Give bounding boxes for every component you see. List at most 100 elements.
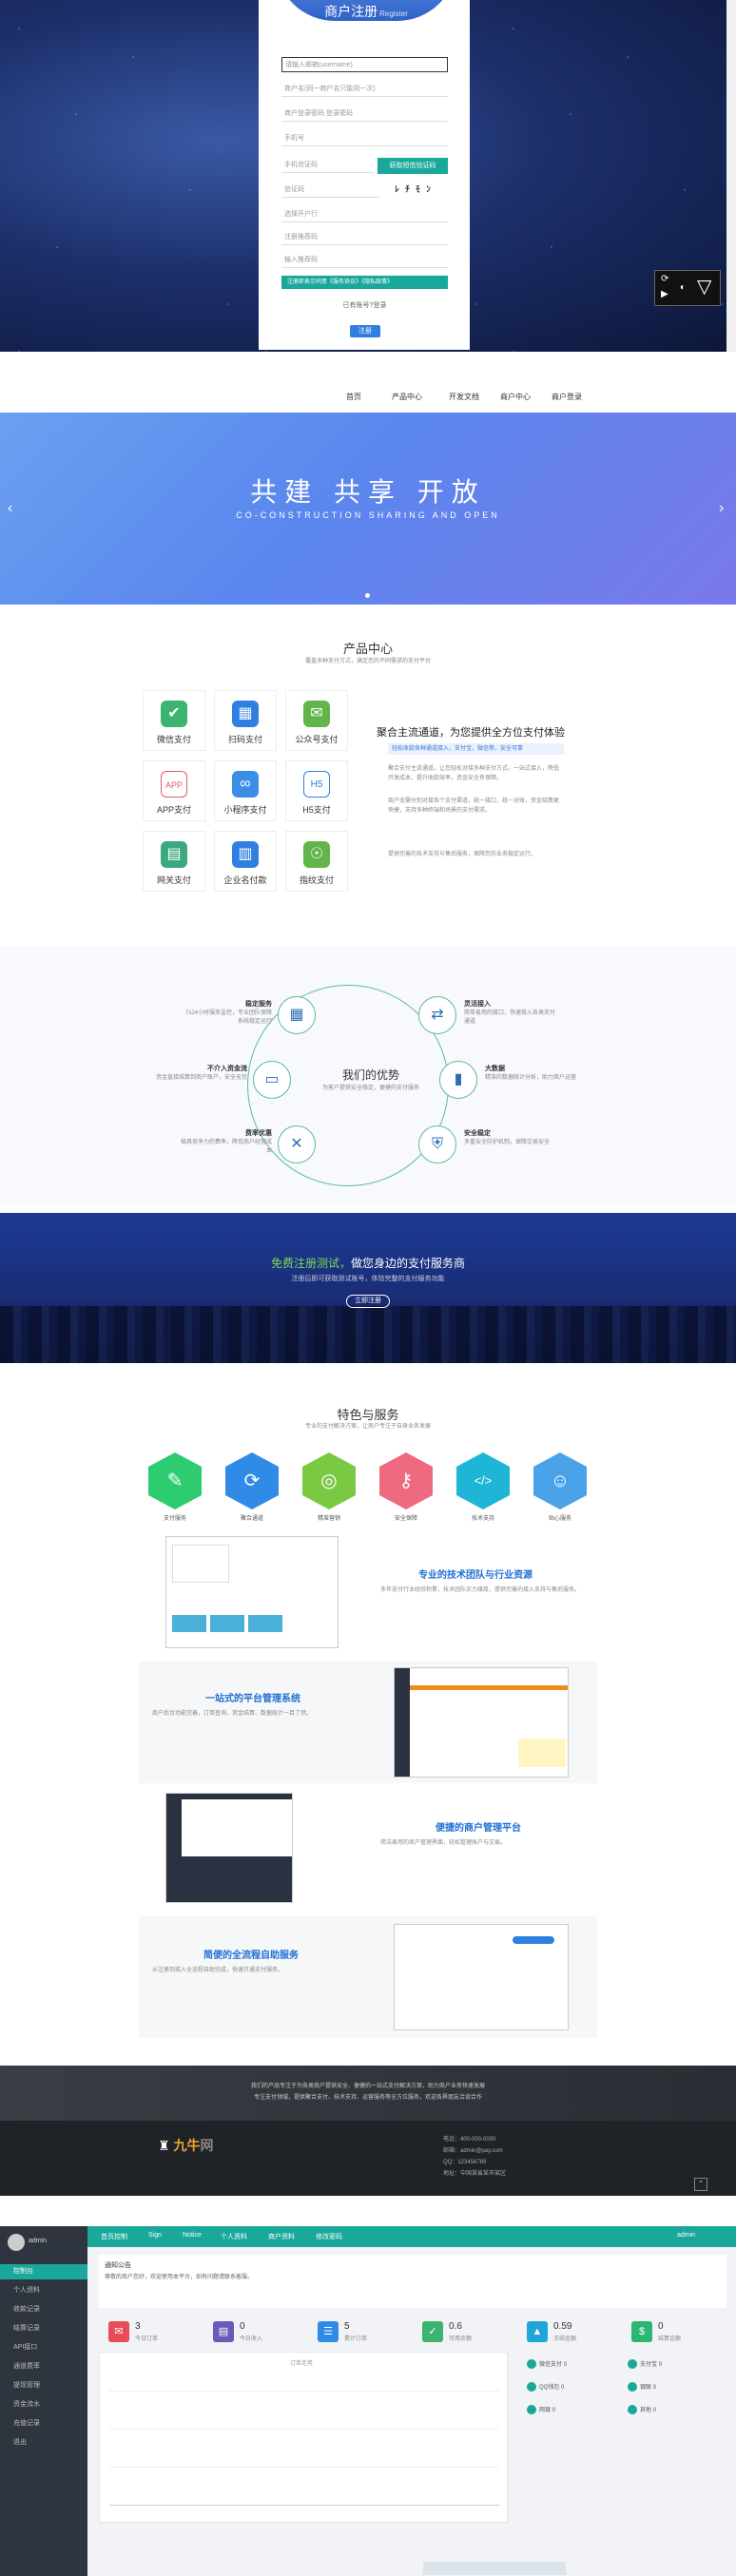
channel-value: 0 bbox=[563, 2362, 568, 2368]
product-card[interactable]: ▤ 网关支付 bbox=[143, 831, 205, 892]
product-label: 扫码支付 bbox=[227, 735, 262, 744]
logo-icon: ♜ bbox=[158, 2138, 170, 2153]
cta-banner: 免费注册测试，做您身边的支付服务商 注册后即可获取测试账号，体验完整的支付服务功… bbox=[0, 1213, 736, 1363]
order-chart: 订单走势 bbox=[99, 2352, 508, 2523]
channel-label: 其他 bbox=[640, 2408, 652, 2413]
wallet-icon: ▭ bbox=[253, 1061, 291, 1099]
hero-title: 共建 共享 开放 bbox=[250, 477, 486, 507]
admin-sidebar: admin 控制台 个人资料 收款记录 结算记录 API接口 通道费率 提现管理… bbox=[0, 2226, 87, 2576]
back-to-top-icon[interactable]: ⌃ bbox=[694, 2178, 707, 2191]
product-desc-title: 聚合主流通道，为您提供全方位支付体验 bbox=[377, 727, 565, 739]
product-card[interactable]: ▥ 企业名付款 bbox=[214, 831, 277, 892]
cta-register-button[interactable]: 立即注册 bbox=[346, 1295, 390, 1308]
channel-stat: 网银 0 bbox=[527, 2405, 555, 2415]
top-tab[interactable]: Notice bbox=[183, 2232, 202, 2239]
next-arrow-icon[interactable]: › bbox=[719, 500, 724, 517]
product-label: 指纹支付 bbox=[299, 875, 334, 885]
phone-field[interactable]: 手机号 bbox=[281, 131, 448, 146]
top-user[interactable]: admin bbox=[677, 2232, 695, 2239]
captcha-image[interactable]: ﾚ ﾁ ﾓ ﾝ bbox=[385, 183, 442, 199]
top-tab[interactable]: Sign bbox=[148, 2232, 162, 2239]
feature-text: 从注册到接入全流程自助完成，快速开通支付服务。 bbox=[152, 1968, 284, 1973]
advantage-item: 灵活接入 简单易用的接口，快速接入各类支付通道 bbox=[464, 1000, 555, 1027]
sidebar-item[interactable]: 控制台 bbox=[0, 2264, 87, 2279]
nav-login[interactable]: 商户登录 bbox=[552, 392, 582, 402]
login-link[interactable]: 已有账号?登录 bbox=[281, 300, 448, 310]
sidebar-item[interactable]: 资金流水 bbox=[0, 2397, 87, 2413]
product-card[interactable]: APP APP支付 bbox=[143, 760, 205, 821]
contrast-icon[interactable]: ◐ bbox=[680, 282, 686, 293]
register-button[interactable]: 注册 bbox=[350, 325, 380, 337]
advantages-title: 我们的优势 bbox=[341, 1068, 399, 1082]
stat-label: 结算金额 bbox=[658, 2336, 682, 2342]
top-tab[interactable]: 首页控制 bbox=[101, 2232, 127, 2241]
top-tab[interactable]: 修改密码 bbox=[316, 2232, 342, 2241]
registration-section: 商户注册 Register 请输入邮箱(username) 商户名(同一商户名只能… bbox=[0, 0, 736, 352]
triangle-icon[interactable]: ▽ bbox=[697, 275, 711, 298]
notice-text: 尊敬的商户您好，欢迎使用本平台，如有问题请联系客服。 bbox=[105, 2275, 254, 2280]
product-card[interactable]: ☉ 指纹支付 bbox=[285, 831, 348, 892]
nav-merchant[interactable]: 商户中心 bbox=[500, 392, 531, 402]
sidebar-item[interactable]: 结算记录 bbox=[0, 2321, 87, 2336]
sidebar-item[interactable]: 个人资料 bbox=[0, 2283, 87, 2298]
channel-value: 0 bbox=[561, 2385, 565, 2391]
video-widget[interactable]: ⟳ ▶ ◐ ▽ bbox=[654, 270, 721, 306]
sidebar-item[interactable]: 充值记录 bbox=[0, 2416, 87, 2432]
product-card[interactable]: ∞ 小程序支付 bbox=[214, 760, 277, 821]
taskbar bbox=[423, 2562, 566, 2575]
feature-title: 简便的全流程自助服务 bbox=[203, 1951, 299, 1961]
product-label: 公众号支付 bbox=[295, 735, 339, 744]
product-card[interactable]: ▦ 扫码支付 bbox=[214, 690, 277, 751]
advantage-title: 安全稳定 bbox=[464, 1130, 491, 1137]
product-card[interactable]: ✉ 公众号支付 bbox=[285, 690, 348, 751]
prev-arrow-icon[interactable]: ‹ bbox=[8, 500, 12, 517]
advantages-subtitle: 为客户提供安全稳定，便捷的支付服务 bbox=[321, 1086, 419, 1091]
stat-label: 冻结金额 bbox=[553, 2336, 577, 2342]
email-field[interactable]: 请输入邮箱(username) bbox=[281, 57, 448, 72]
password-field[interactable]: 商户登录密码 登录密码 bbox=[281, 106, 448, 122]
nav-products[interactable]: 产品中心 bbox=[392, 392, 422, 402]
footer: 我们的产品专注于为各类商户提供安全、便捷的一站式支付解决方案，助力商户业务快速发… bbox=[0, 2066, 736, 2196]
screenshot-sidebar bbox=[395, 1668, 410, 1777]
nav-home[interactable]: 首页 bbox=[346, 392, 361, 402]
reload-icon[interactable]: ⟳ bbox=[661, 274, 668, 284]
captcha-field[interactable]: 验证码 bbox=[281, 183, 380, 198]
send-sms-button[interactable]: 获取短信验证码 bbox=[378, 158, 448, 174]
stat-label: 今日收入 bbox=[240, 2336, 263, 2342]
logo-text: 九牛 bbox=[173, 2138, 201, 2153]
referral-select[interactable]: 选择开户行 bbox=[281, 207, 448, 222]
footer-contact: 电话：400-000-0000 bbox=[443, 2137, 496, 2143]
merchant-name-field[interactable]: 商户名(同一商户名只能用一次) bbox=[281, 82, 448, 97]
play-icon[interactable]: ▶ bbox=[661, 289, 668, 299]
product-card[interactable]: H5 H5支付 bbox=[285, 760, 348, 821]
advantage-title: 不介入资金流 bbox=[207, 1066, 247, 1072]
top-tab[interactable]: 个人资料 bbox=[221, 2232, 247, 2241]
avatar[interactable] bbox=[8, 2234, 25, 2251]
top-tab[interactable]: 商户资料 bbox=[268, 2232, 295, 2241]
product-card[interactable]: ✔ 微信支付 bbox=[143, 690, 205, 751]
screenshot-dashboard bbox=[165, 1793, 293, 1903]
nav-docs[interactable]: 开发文档 bbox=[449, 392, 479, 402]
agreement-checkbox[interactable]: 注册即表示同意《服务协议》《隐私政策》 bbox=[281, 276, 448, 289]
advantage-item: 大数据 精准的数据统计分析，助力商户运营 bbox=[485, 1065, 576, 1083]
sidebar-item[interactable]: API接口 bbox=[0, 2340, 87, 2355]
product-label: 网关支付 bbox=[156, 875, 191, 885]
sms-code-field[interactable]: 手机验证码 bbox=[281, 158, 375, 173]
sidebar-item[interactable]: 退出 bbox=[0, 2435, 87, 2451]
sidebar-item[interactable]: 提现管理 bbox=[0, 2378, 87, 2393]
referral-code-field[interactable]: 输入推荐码 bbox=[281, 253, 448, 268]
alipay-icon bbox=[628, 2359, 637, 2370]
referral-code-label[interactable]: 注册推荐码 bbox=[281, 230, 448, 245]
product-desc-para: 提供完善的技术支持与售后服务，保障您的业务稳定运行。 bbox=[388, 852, 537, 857]
sidebar-item[interactable]: 收款记录 bbox=[0, 2302, 87, 2317]
footer-line: 我们的产品专注于为各类商户提供安全、便捷的一站式支付解决方案，助力商户业务快速发… bbox=[250, 2084, 485, 2089]
shield-icon: ⛨ bbox=[418, 1125, 456, 1163]
products-title: 产品中心 bbox=[342, 642, 393, 656]
sidebar-item[interactable]: 通道费率 bbox=[0, 2359, 87, 2374]
scrollbar[interactable] bbox=[726, 0, 736, 352]
screenshot-panel bbox=[172, 1545, 229, 1583]
gridline bbox=[109, 2391, 499, 2392]
footer-logo: ♜ 九牛网 bbox=[158, 2136, 213, 2155]
screenshot-merchant bbox=[165, 1536, 339, 1648]
carousel-dot[interactable] bbox=[365, 593, 370, 598]
